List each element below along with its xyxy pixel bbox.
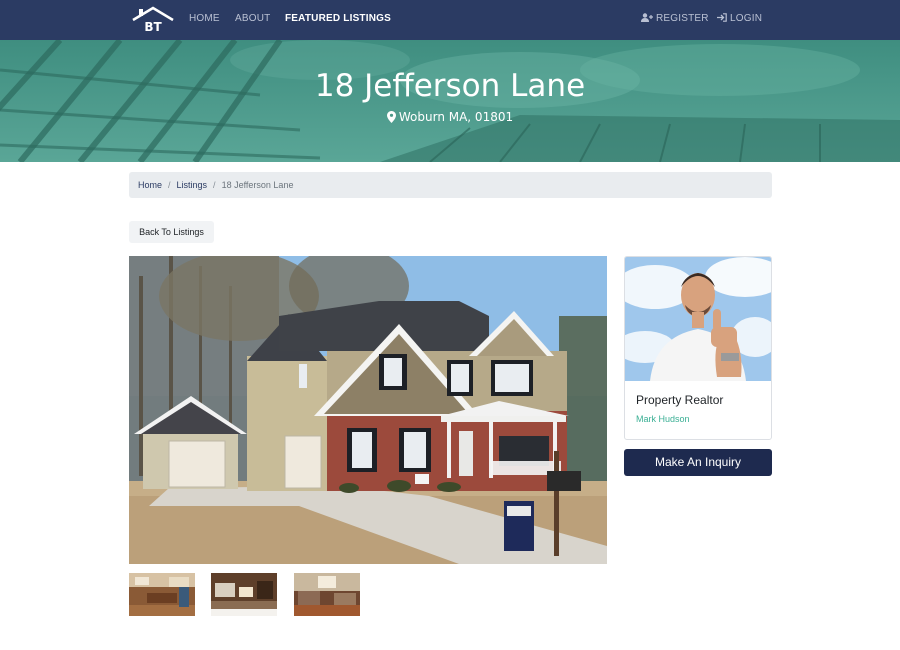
breadcrumb-listings[interactable]: Listings	[177, 180, 208, 190]
breadcrumb: Home / Listings / 18 Jefferson Lane	[129, 172, 772, 198]
realtor-photo	[625, 257, 771, 381]
listing-thumbnail[interactable]	[129, 573, 195, 616]
login-label: LOGIN	[730, 13, 763, 24]
nav-register-link[interactable]: REGISTER	[641, 13, 709, 24]
listing-hero-banner: 18 Jefferson Lane Woburn MA, 01801	[0, 40, 900, 162]
logo-text: BT	[144, 20, 162, 34]
make-inquiry-button[interactable]: Make An Inquiry	[624, 449, 772, 476]
realtor-title: Property Realtor	[636, 393, 724, 407]
nav-login-link[interactable]: LOGIN	[717, 13, 762, 24]
listing-title: 18 Jefferson Lane	[314, 68, 586, 104]
location-text: Woburn MA, 01801	[398, 110, 514, 124]
breadcrumb-separator: /	[213, 180, 216, 190]
listing-location: Woburn MA, 01801	[0, 110, 900, 124]
user-plus-icon	[641, 13, 653, 22]
breadcrumb-home[interactable]: Home	[138, 180, 162, 190]
listing-main-photo[interactable]	[129, 256, 607, 564]
top-navbar: BT HOME ABOUT FEATURED LISTINGS REGISTER…	[0, 0, 900, 40]
brand-logo[interactable]: BT	[131, 6, 175, 34]
realtor-card: Property Realtor Mark Hudson	[624, 256, 772, 440]
realtor-name: Mark Hudson	[636, 414, 690, 424]
nav-about-link[interactable]: ABOUT	[235, 13, 270, 24]
back-to-listings-button[interactable]: Back To Listings	[129, 221, 214, 243]
breadcrumb-separator: /	[168, 180, 171, 190]
listing-thumbnail[interactable]	[294, 573, 360, 616]
listing-thumbnail[interactable]	[211, 573, 277, 616]
map-pin-icon	[386, 111, 396, 123]
nav-featured-listings-link[interactable]: FEATURED LISTINGS	[285, 13, 391, 24]
breadcrumb-current: 18 Jefferson Lane	[221, 180, 294, 190]
sign-in-icon	[717, 13, 727, 22]
nav-home-link[interactable]: HOME	[189, 13, 220, 24]
register-label: REGISTER	[656, 13, 709, 24]
